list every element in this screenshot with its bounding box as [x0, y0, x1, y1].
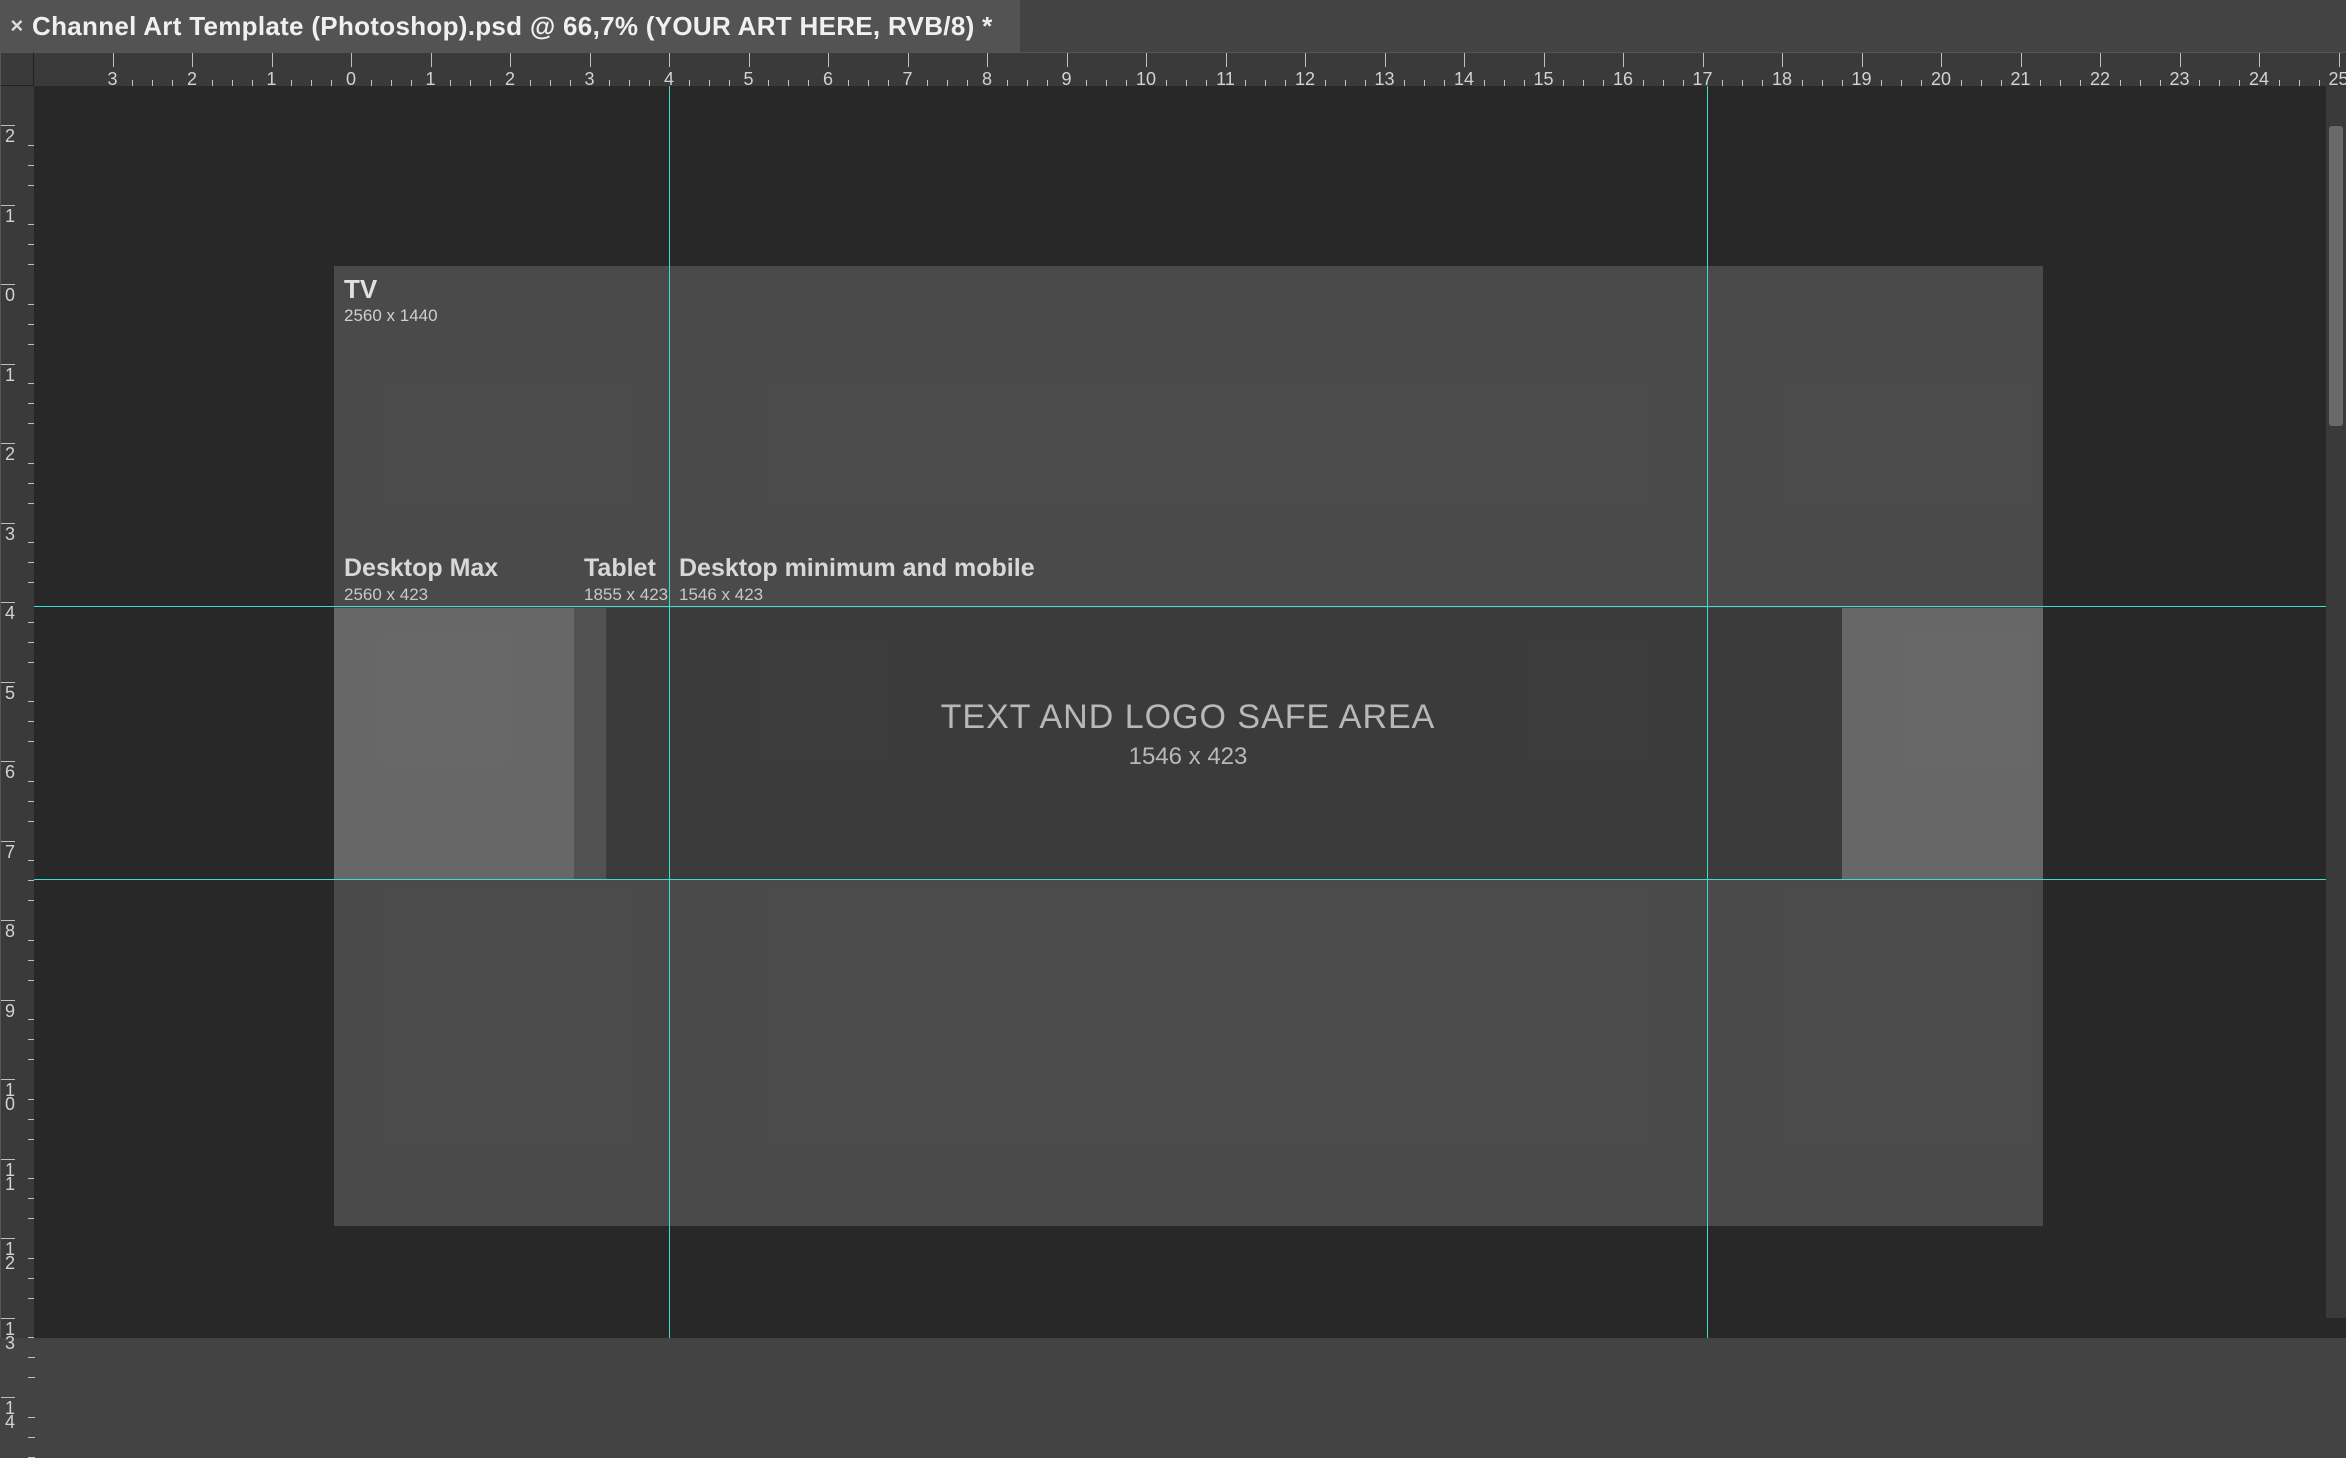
vertical-ruler[interactable]: 2101234567891 01 11 21 31 4: [0, 86, 36, 1338]
ruler-origin-box[interactable]: [0, 52, 34, 86]
vertical-scrollbar[interactable]: [2326, 86, 2346, 1318]
guide-horizontal[interactable]: [34, 606, 2346, 607]
scrollbar-thumb[interactable]: [2329, 126, 2343, 426]
document-tab[interactable]: × Channel Art Template (Photoshop).psd @…: [0, 0, 1020, 52]
zone-tv-dim: 2560 x 1440: [344, 306, 438, 326]
label-desktop-min-dim: 1546 x 423: [679, 585, 1035, 605]
zone-tablet-left: [574, 608, 669, 879]
document-title: Channel Art Template (Photoshop).psd @ 6…: [32, 11, 992, 42]
canvas-viewport[interactable]: TV 2560 x 1440 Desktop Max 2560 x 423 Ta…: [34, 86, 2346, 1338]
guide-horizontal[interactable]: [34, 879, 2346, 880]
zone-desktop-max-right: [1842, 608, 2043, 879]
zone-safe-area: TEXT AND LOGO SAFE AREA 1546 x 423: [669, 608, 1707, 879]
horizontal-ruler[interactable]: 3210123456789101112131415161718192021222…: [34, 52, 2346, 88]
zone-desktop-max-left: [334, 608, 606, 879]
label-desktop-min-title: Desktop minimum and mobile: [679, 556, 1035, 581]
label-desktop-min: Desktop minimum and mobile 1546 x 423: [679, 556, 1035, 605]
zone-safe-title: TEXT AND LOGO SAFE AREA: [669, 698, 1707, 737]
label-tablet-dim: 1855 x 423: [584, 585, 668, 605]
zone-tablet-right: [1707, 608, 1842, 879]
zone-safe-dim: 1546 x 423: [669, 743, 1707, 771]
guide-vertical[interactable]: [669, 86, 670, 1338]
label-desktop-max-title: Desktop Max: [344, 556, 498, 581]
label-tablet-title: Tablet: [584, 556, 668, 581]
label-desktop-max-dim: 2560 x 423: [344, 585, 498, 605]
zone-tv-title: TV: [344, 276, 438, 302]
tab-bar: × Channel Art Template (Photoshop).psd @…: [0, 0, 2346, 52]
close-icon[interactable]: ×: [8, 17, 26, 35]
guide-vertical[interactable]: [1707, 86, 1708, 1338]
label-desktop-max: Desktop Max 2560 x 423: [344, 556, 498, 605]
label-tablet: Tablet 1855 x 423: [584, 556, 668, 605]
